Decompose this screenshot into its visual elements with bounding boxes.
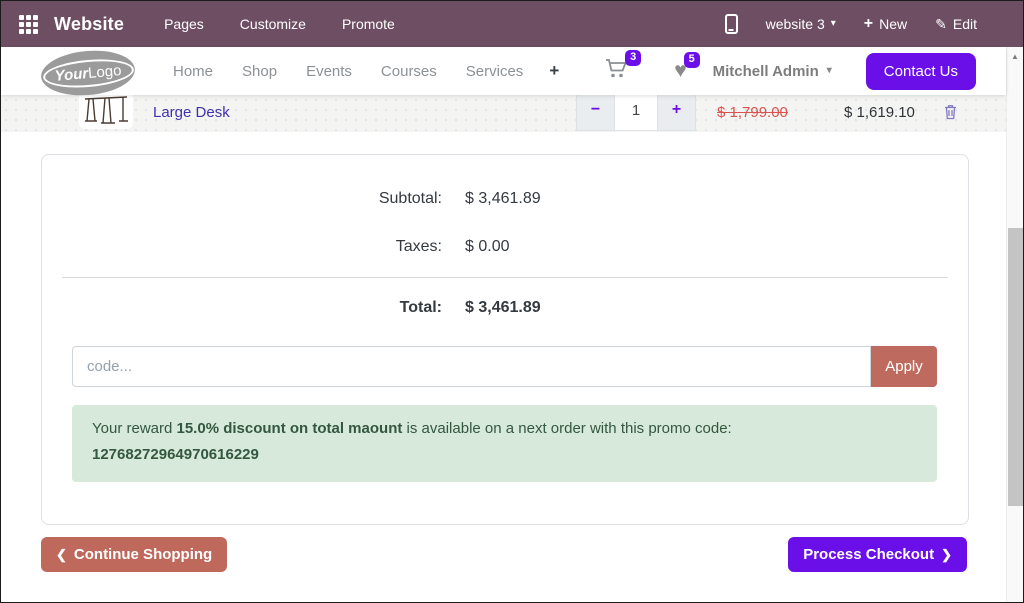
- cart-button[interactable]: 3: [605, 58, 628, 84]
- original-price: $ 1,799.00: [717, 95, 788, 131]
- contact-us-button[interactable]: Contact Us: [866, 53, 976, 90]
- subtotal-value: $ 3,461.89: [465, 190, 541, 208]
- subtotal-label: Subtotal:: [42, 190, 442, 208]
- admin-topbar: Website Pages Customize Promote website …: [1, 1, 1023, 47]
- reward-text-suffix: is available on a next order with this p…: [407, 420, 732, 437]
- apps-grid-icon[interactable]: [19, 15, 38, 34]
- continue-shopping-button[interactable]: ❮ Continue Shopping: [41, 537, 227, 572]
- quantity-decrease-button[interactable]: −: [576, 95, 615, 131]
- apply-promo-button[interactable]: Apply: [871, 346, 937, 387]
- desk-image: [79, 95, 133, 129]
- product-name-link[interactable]: Large Desk: [153, 95, 230, 131]
- edit-button[interactable]: ✎ Edit: [935, 16, 977, 33]
- chevron-down-icon: ▾: [827, 66, 832, 76]
- site-logo[interactable]: YourLogo: [39, 47, 136, 99]
- remove-line-button[interactable]: [944, 104, 957, 123]
- nav-shop[interactable]: Shop: [242, 63, 277, 80]
- subtotal-row: Subtotal: $ 3,461.89: [42, 175, 968, 223]
- total-value: $ 3,461.89: [465, 299, 541, 317]
- site-nav-links: Home Shop Events Courses Services: [173, 63, 523, 80]
- website-selector[interactable]: website 3 ▾: [766, 16, 836, 32]
- process-checkout-button[interactable]: Process Checkout ❯: [788, 537, 967, 572]
- total-row: Total: $ 3,461.89: [42, 284, 968, 332]
- chevron-down-icon: ▾: [831, 19, 836, 29]
- mobile-preview-icon[interactable]: [725, 14, 738, 34]
- taxes-value: $ 0.00: [465, 238, 509, 256]
- cart-summary-card: Subtotal: $ 3,461.89 Taxes: $ 0.00 Total…: [41, 154, 969, 525]
- cart-line-row: Large Desk − + $ 1,799.00 $ 1,619.10: [1, 95, 1006, 132]
- reward-alert: Your reward 15.0% discount on total maou…: [72, 405, 937, 482]
- total-label: Total:: [42, 299, 442, 317]
- nav-home[interactable]: Home: [173, 63, 213, 80]
- order-totals: Subtotal: $ 3,461.89 Taxes: $ 0.00 Total…: [42, 175, 968, 332]
- menu-pages[interactable]: Pages: [164, 16, 204, 32]
- app-title[interactable]: Website: [54, 14, 124, 35]
- taxes-row: Taxes: $ 0.00: [42, 223, 968, 271]
- quantity-increase-button[interactable]: +: [657, 95, 696, 131]
- topbar-menu: Pages Customize Promote: [164, 16, 395, 32]
- trash-icon: [944, 104, 957, 120]
- reward-text: Your reward: [92, 420, 172, 437]
- user-menu[interactable]: Mitchell Admin ▾: [713, 63, 832, 80]
- menu-promote[interactable]: Promote: [342, 16, 395, 32]
- pencil-icon: ✎: [935, 16, 947, 33]
- logo-text: Your: [54, 65, 89, 85]
- user-name: Mitchell Admin: [713, 63, 819, 80]
- reward-discount: 15.0% discount on total maount: [177, 420, 403, 437]
- taxes-label: Taxes:: [42, 238, 442, 256]
- vertical-scrollbar[interactable]: ▲: [1006, 47, 1023, 602]
- site-navbar: YourLogo Home Shop Events Courses Servic…: [1, 47, 1006, 95]
- menu-customize[interactable]: Customize: [240, 16, 306, 32]
- plus-icon: +: [864, 15, 873, 33]
- discounted-price: $ 1,619.10: [844, 95, 915, 131]
- scrollbar-thumb[interactable]: [1008, 228, 1023, 506]
- quantity-stepper: − +: [576, 95, 696, 131]
- promo-code-input[interactable]: [72, 346, 871, 387]
- browser-viewport: Website Pages Customize Promote website …: [0, 0, 1024, 603]
- new-button[interactable]: + New: [864, 15, 907, 33]
- chevron-left-icon: ❮: [56, 548, 67, 561]
- quantity-input[interactable]: [615, 95, 657, 131]
- cart-count-badge: 3: [625, 50, 641, 66]
- wishlist-button[interactable]: ♥ 5: [674, 60, 686, 82]
- topbar-right: website 3 ▾ + New ✎ Edit: [725, 14, 1005, 34]
- nav-events[interactable]: Events: [306, 63, 352, 80]
- promo-code-value: 12768272964970616229: [92, 442, 917, 468]
- nav-courses[interactable]: Courses: [381, 63, 437, 80]
- promo-code-form: Apply: [72, 346, 937, 387]
- add-menu-icon[interactable]: +: [549, 61, 559, 81]
- wishlist-count-badge: 5: [684, 52, 700, 68]
- nav-services[interactable]: Services: [466, 63, 524, 80]
- totals-divider: [62, 277, 948, 278]
- product-thumbnail[interactable]: [79, 95, 133, 129]
- scroll-up-arrow[interactable]: ▲: [1007, 47, 1023, 61]
- chevron-right-icon: ❯: [941, 548, 952, 561]
